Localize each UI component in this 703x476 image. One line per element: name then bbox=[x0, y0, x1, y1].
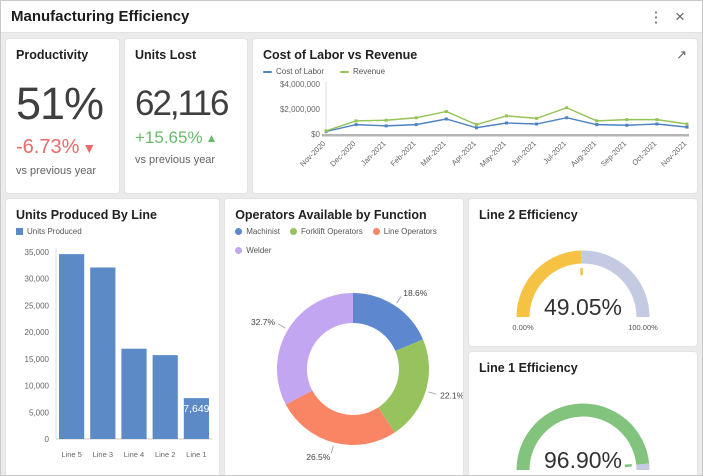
kebab-menu-icon[interactable]: ⋮ bbox=[644, 8, 668, 26]
svg-text:0.00%: 0.00% bbox=[512, 323, 534, 332]
svg-text:Feb-2021: Feb-2021 bbox=[389, 139, 418, 168]
svg-text:Mar-2021: Mar-2021 bbox=[419, 139, 448, 168]
svg-text:18.6%: 18.6% bbox=[403, 288, 428, 298]
svg-text:Jan-2021: Jan-2021 bbox=[359, 139, 387, 167]
operators-legend: Machinist Forklift Operators Line Operat… bbox=[235, 227, 453, 255]
svg-text:7,649: 7,649 bbox=[183, 403, 209, 415]
svg-text:$2,000,000: $2,000,000 bbox=[280, 105, 321, 114]
machinist-swatch bbox=[235, 228, 242, 235]
svg-text:Line 5: Line 5 bbox=[61, 450, 81, 459]
operators-card: Operators Available by Function Machinis… bbox=[224, 198, 464, 476]
productivity-delta-value: -6.73% bbox=[16, 136, 79, 159]
units-lost-title: Units Lost bbox=[135, 48, 237, 62]
title-bar: Manufacturing Efficiency ⋮ × bbox=[1, 1, 702, 33]
units-lost-card: Units Lost 62,116 +15.65% ▲ vs previous … bbox=[124, 38, 248, 194]
line1-efficiency-card: Line 1 Efficiency 96.90%0.00%100.00% bbox=[468, 351, 698, 476]
svg-text:Nov-2020: Nov-2020 bbox=[298, 139, 327, 168]
svg-text:100.00%: 100.00% bbox=[628, 323, 658, 332]
units-produced-title: Units Produced By Line bbox=[16, 208, 209, 222]
svg-text:Line 3: Line 3 bbox=[93, 450, 113, 459]
page-title: Manufacturing Efficiency bbox=[11, 8, 644, 25]
line2-efficiency-card: Line 2 Efficiency 49.05% 0.00% 100.00% bbox=[468, 198, 698, 347]
legend-item-units-produced[interactable]: Units Produced bbox=[16, 227, 82, 236]
operators-title: Operators Available by Function bbox=[235, 208, 453, 222]
line1-efficiency-gauge[interactable]: 96.90%0.00%100.00% bbox=[479, 378, 687, 476]
svg-text:Aug-2021: Aug-2021 bbox=[569, 139, 598, 168]
welder-swatch bbox=[235, 247, 242, 254]
svg-text:35,000: 35,000 bbox=[25, 248, 50, 257]
svg-text:Line 1: Line 1 bbox=[186, 450, 206, 459]
forklift-swatch bbox=[290, 228, 297, 235]
svg-text:Jul-2021: Jul-2021 bbox=[541, 139, 568, 166]
up-triangle-icon: ▲ bbox=[206, 131, 218, 145]
units-produced-bar-chart[interactable]: 35,000 30,000 25,000 20,000 15,000 10,000 5,00… bbox=[16, 242, 214, 469]
units-lost-delta: +15.65% ▲ bbox=[135, 128, 237, 148]
svg-text:30,000: 30,000 bbox=[25, 275, 50, 284]
svg-text:Nov-2021: Nov-2021 bbox=[659, 139, 688, 168]
svg-text:32.7%: 32.7% bbox=[251, 317, 276, 327]
units-produced-card: Units Produced By Line Units Produced 35… bbox=[5, 198, 220, 476]
svg-text:Line 4: Line 4 bbox=[124, 450, 144, 459]
svg-text:96.90%: 96.90% bbox=[544, 447, 622, 473]
units-lost-value: 62,116 bbox=[135, 84, 237, 124]
svg-text:Dec-2020: Dec-2020 bbox=[328, 139, 357, 168]
gauge-column: Line 2 Efficiency 49.05% 0.00% 100.00% Lin… bbox=[468, 198, 698, 476]
units-lost-delta-value: +15.65% bbox=[135, 128, 203, 148]
productivity-title: Productivity bbox=[16, 48, 109, 62]
legend-item-revenue[interactable]: Revenue bbox=[340, 67, 385, 76]
svg-text:22.1%: 22.1% bbox=[440, 390, 464, 400]
units-lost-caption: vs previous year bbox=[135, 154, 237, 166]
svg-text:49.05%: 49.05% bbox=[544, 294, 622, 320]
legend-item-forklift-operators[interactable]: Forklift Operators bbox=[290, 227, 363, 236]
svg-text:May-2021: May-2021 bbox=[478, 139, 508, 169]
svg-text:15,000: 15,000 bbox=[25, 355, 50, 364]
legend-item-line-operators[interactable]: Line Operators bbox=[373, 227, 437, 236]
svg-text:25,000: 25,000 bbox=[25, 301, 50, 310]
legend-item-machinist[interactable]: Machinist bbox=[235, 227, 280, 236]
line-operators-swatch bbox=[373, 228, 380, 235]
svg-text:10,000: 10,000 bbox=[25, 382, 50, 391]
svg-text:26.5%: 26.5% bbox=[306, 452, 331, 462]
operators-donut-chart[interactable]: 18.6% 22.1% 26.5% 32.7% bbox=[235, 257, 464, 476]
productivity-value: 51% bbox=[16, 78, 109, 130]
line1-efficiency-title: Line 1 Efficiency bbox=[479, 361, 687, 375]
revenue-swatch bbox=[340, 71, 349, 73]
line2-efficiency-title: Line 2 Efficiency bbox=[479, 208, 687, 222]
units-produced-swatch bbox=[16, 228, 23, 235]
legend-item-cost-of-labor[interactable]: Cost of Labor bbox=[263, 67, 324, 76]
svg-text:$4,000,000: $4,000,000 bbox=[280, 80, 321, 89]
line2-efficiency-gauge[interactable]: 49.05% 0.00% 100.00% bbox=[479, 225, 687, 337]
legend-item-welder[interactable]: Welder bbox=[235, 246, 271, 255]
labor-revenue-legend: Cost of Labor Revenue bbox=[263, 67, 687, 76]
productivity-card: Productivity 51% -6.73% ▼ vs previous ye… bbox=[5, 38, 120, 194]
svg-text:Sep-2021: Sep-2021 bbox=[599, 139, 628, 168]
labor-revenue-title: Cost of Labor vs Revenue bbox=[263, 48, 676, 62]
close-icon[interactable]: × bbox=[668, 7, 692, 27]
expand-icon[interactable]: ↗ bbox=[676, 48, 687, 61]
cost-of-labor-swatch bbox=[263, 71, 272, 73]
dashboard-content: Productivity 51% -6.73% ▼ vs previous ye… bbox=[1, 34, 702, 475]
svg-text:Apr-2021: Apr-2021 bbox=[450, 139, 478, 167]
svg-text:$0: $0 bbox=[311, 130, 320, 139]
svg-text:Oct-2021: Oct-2021 bbox=[630, 139, 658, 167]
svg-text:20,000: 20,000 bbox=[25, 328, 50, 337]
down-triangle-icon: ▼ bbox=[82, 140, 96, 156]
svg-text:5,000: 5,000 bbox=[29, 408, 50, 417]
dashboard-window: Manufacturing Efficiency ⋮ × Productivit… bbox=[0, 0, 703, 476]
labor-revenue-card: Cost of Labor vs Revenue ↗ Cost of Labor… bbox=[252, 38, 698, 194]
productivity-caption: vs previous year bbox=[16, 165, 109, 177]
productivity-delta: -6.73% ▼ bbox=[16, 136, 109, 159]
labor-revenue-line-chart[interactable]: $4,000,000 $2,000,000 $0Nov-2020Dec-2020Ja… bbox=[263, 78, 693, 186]
svg-text:Line 2: Line 2 bbox=[155, 450, 175, 459]
svg-text:0: 0 bbox=[45, 435, 50, 444]
svg-text:Jun-2021: Jun-2021 bbox=[510, 139, 538, 167]
units-produced-legend: Units Produced bbox=[16, 227, 209, 236]
